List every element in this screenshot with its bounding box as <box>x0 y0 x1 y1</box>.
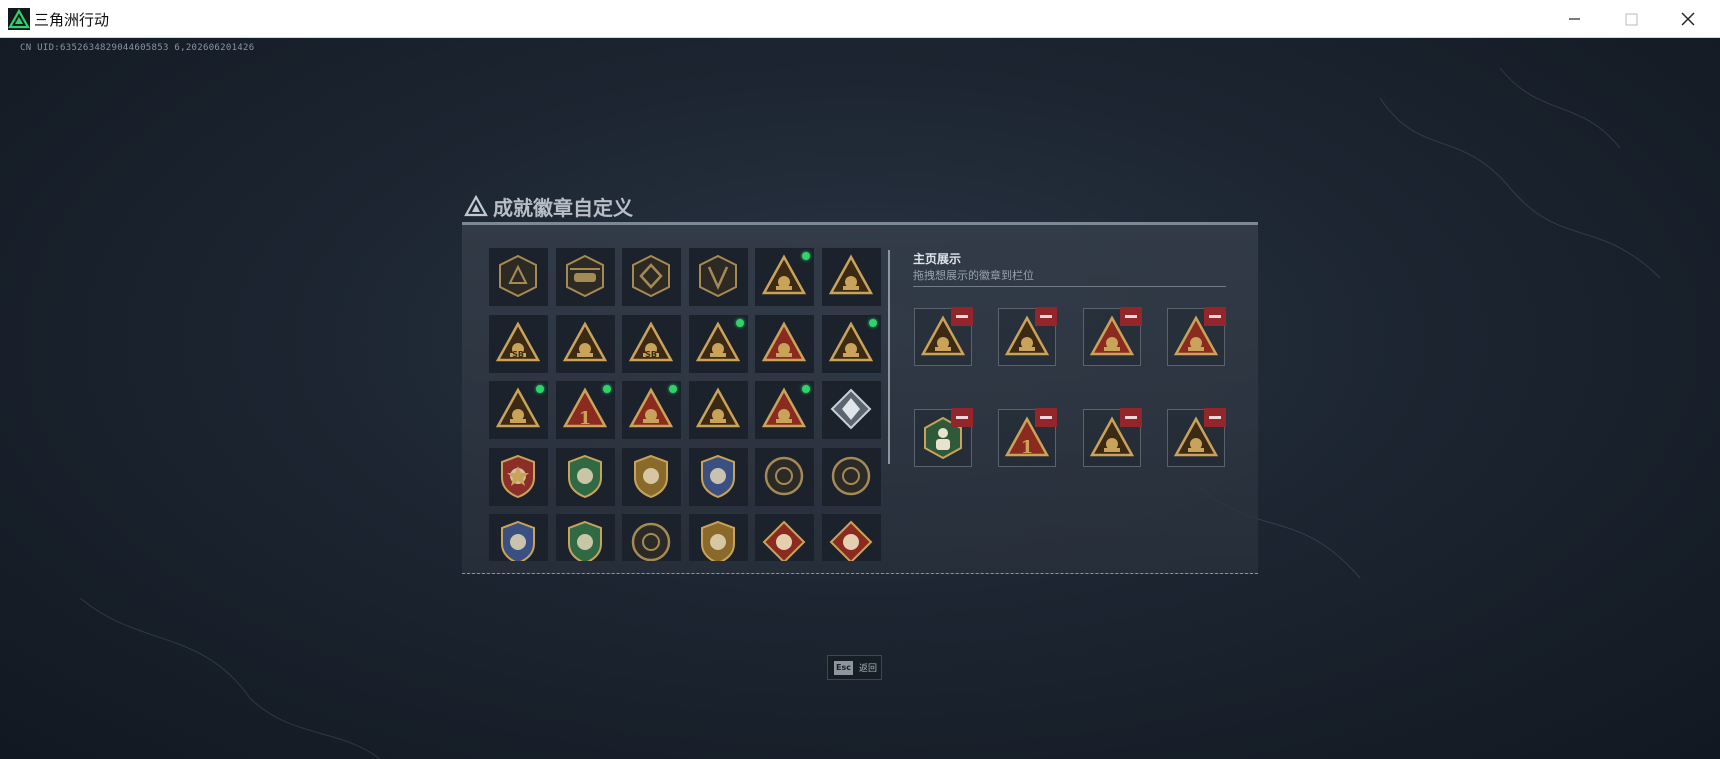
badge-slot[interactable] <box>755 381 814 439</box>
new-badge-dot <box>868 318 877 327</box>
badge-slot[interactable] <box>688 447 748 506</box>
minimize-button[interactable] <box>1560 6 1588 32</box>
dialog-title: 成就徽章自定义 <box>493 196 633 220</box>
badge-slot[interactable]: 1 <box>555 381 615 439</box>
badge-slot[interactable] <box>821 447 881 506</box>
display-slot[interactable] <box>914 307 973 366</box>
badge-slot[interactable] <box>755 248 814 306</box>
badge-slot[interactable] <box>489 447 548 506</box>
display-slot[interactable] <box>1166 408 1226 467</box>
close-button[interactable] <box>1674 6 1702 32</box>
esc-key-icon: Esc <box>834 661 853 675</box>
display-slot[interactable] <box>1166 307 1226 366</box>
badge-slot[interactable] <box>821 314 881 373</box>
badge-slot[interactable] <box>622 248 681 306</box>
badge-grid-scrollbar[interactable] <box>888 250 890 464</box>
new-badge-dot <box>669 385 677 393</box>
badge-slot[interactable] <box>622 381 681 439</box>
badge-slot[interactable] <box>821 248 881 306</box>
badge-slot[interactable] <box>755 447 814 506</box>
remove-badge-button[interactable] <box>1035 408 1058 427</box>
remove-badge-button[interactable] <box>951 307 973 326</box>
badge-slot[interactable] <box>821 381 881 439</box>
badge-slot[interactable] <box>555 314 615 373</box>
back-button[interactable]: Esc 返回 <box>827 655 882 680</box>
badge-slot[interactable] <box>489 381 548 439</box>
display-section-divider <box>913 286 1226 287</box>
maximize-button[interactable] <box>1617 6 1645 32</box>
display-slot[interactable] <box>998 307 1058 366</box>
badge-slot[interactable] <box>622 447 681 506</box>
app-logo-icon <box>8 8 30 30</box>
remove-badge-button[interactable] <box>1035 307 1058 326</box>
badge-slot[interactable] <box>821 514 881 561</box>
badge-slot[interactable] <box>755 514 814 561</box>
badge-slot[interactable] <box>489 248 548 306</box>
badge-slot[interactable] <box>622 514 681 561</box>
badge-slot[interactable]: SB <box>489 314 548 373</box>
display-slot[interactable] <box>1082 307 1142 366</box>
back-label: 返回 <box>859 664 878 674</box>
badge-grid[interactable]: SB SB 1 <box>489 248 885 561</box>
svg-text:SB: SB <box>512 350 524 359</box>
remove-badge-button[interactable] <box>1203 408 1226 427</box>
uid-text: CN UID:6352634829044605853 6,20260620142… <box>20 43 255 53</box>
title-bar: 三角洲行动 <box>0 0 1720 38</box>
new-badge-dot <box>802 385 810 393</box>
badge-slot[interactable] <box>688 381 748 439</box>
display-slot[interactable] <box>914 408 973 467</box>
remove-badge-button[interactable] <box>1203 307 1226 326</box>
remove-badge-button[interactable] <box>951 408 973 427</box>
badge-slot[interactable] <box>755 314 814 373</box>
badge-slot[interactable] <box>489 514 548 561</box>
badge-slot[interactable] <box>555 514 615 561</box>
display-slot[interactable]: 1 <box>998 408 1058 467</box>
new-badge-dot <box>735 318 744 327</box>
svg-text:1: 1 <box>1021 437 1034 458</box>
remove-badge-button[interactable] <box>1119 408 1142 427</box>
badge-slot[interactable] <box>688 514 748 561</box>
dialog-logo-icon <box>464 194 488 217</box>
display-section-title: 主页展示 <box>913 252 962 266</box>
remove-badge-button[interactable] <box>1119 307 1142 326</box>
display-slot[interactable] <box>1082 408 1142 467</box>
new-badge-dot <box>602 385 611 393</box>
window-title: 三角洲行动 <box>34 11 110 29</box>
display-section-subtitle: 拖拽想展示的徽章到栏位 <box>913 269 1034 282</box>
badge-slot[interactable] <box>555 447 615 506</box>
badge-slot[interactable] <box>555 248 615 306</box>
new-badge-dot <box>802 252 810 260</box>
svg-text:1: 1 <box>578 408 591 429</box>
new-badge-dot <box>536 385 544 393</box>
badge-slot[interactable] <box>688 248 748 306</box>
svg-text:SB: SB <box>645 350 657 359</box>
badge-slot[interactable] <box>688 314 748 373</box>
badge-slot[interactable]: SB <box>622 314 681 373</box>
